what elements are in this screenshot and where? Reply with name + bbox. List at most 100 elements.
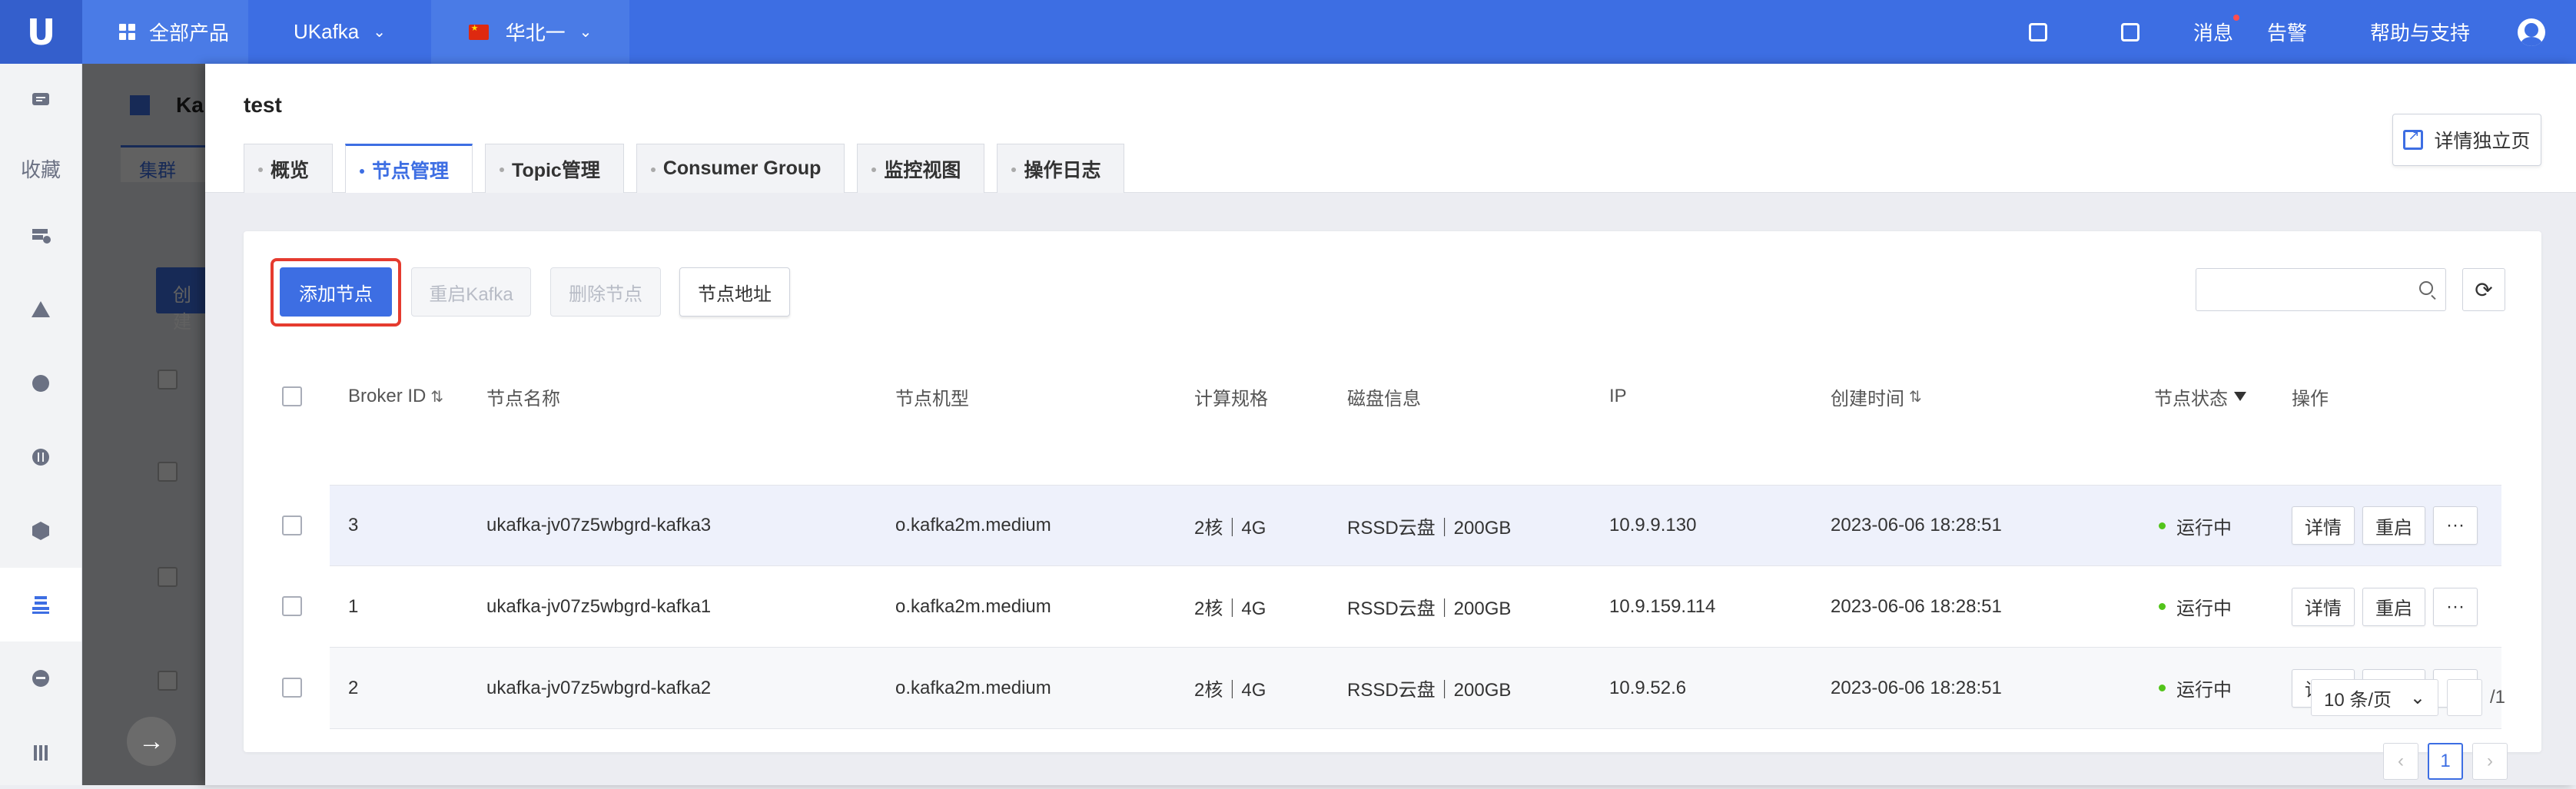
tab-overview[interactable]: 概览 <box>244 144 334 193</box>
cell-disk: RSSD云盘｜200GB <box>1347 680 1512 701</box>
header-created[interactable]: 创建时间 ⇅ <box>1831 366 1922 427</box>
tab-node-management[interactable]: 节点管理 <box>345 144 473 193</box>
cell-node-name: ukafka-jv07z5wbgrd-kafka1 <box>486 595 712 617</box>
restart-button[interactable]: 重启 <box>2362 587 2425 626</box>
status-dot <box>2159 522 2166 529</box>
arrow-right-icon[interactable]: → <box>127 717 176 766</box>
restart-button[interactable]: 重启 <box>2362 506 2425 545</box>
select-all-checkbox[interactable] <box>282 386 302 406</box>
product-selector[interactable]: UKafka ⌄ <box>248 0 431 64</box>
messages-link[interactable]: 消息 <box>2176 15 2250 46</box>
more-button[interactable]: ··· <box>2433 506 2478 545</box>
chevron-down-icon: ⌄ <box>373 24 387 41</box>
region-selector[interactable]: 华北一 ⌄ <box>431 0 629 64</box>
cell-status: 运行中 <box>2159 566 2232 647</box>
cell-spec: 2核｜4G <box>1194 517 1266 539</box>
detail-page-button[interactable]: 详情独立页 <box>2392 114 2541 166</box>
detail-drawer: test 概览 节点管理 Topic管理 Consumer Group 监控视图… <box>205 64 2576 785</box>
all-products-label: 全部产品 <box>149 22 230 45</box>
search-input[interactable] <box>2196 268 2446 311</box>
total-pages-label: /1 <box>2490 687 2506 708</box>
table-row: 2 ukafka-jv07z5wbgrd-kafka2 o.kafka2m.me… <box>282 648 2501 729</box>
alerts-link[interactable]: 告警 <box>2250 18 2324 46</box>
sidebar-item-console[interactable] <box>0 64 81 138</box>
delete-node-button[interactable]: 删除节点 <box>550 267 661 317</box>
table-header: Broker ID ⇅ 节点名称 节点机型 计算规格 磁盘信息 IP 创建时间 ⇅ … <box>244 366 2541 427</box>
table-row: 3 ukafka-jv07z5wbgrd-kafka3 o.kafka2m.me… <box>282 485 2501 566</box>
sidebar-item-cloud[interactable] <box>0 273 81 346</box>
china-flag-icon <box>468 23 489 40</box>
cell-broker-id: 1 <box>348 595 359 617</box>
restart-kafka-button[interactable]: 重启Kafka <box>411 267 531 317</box>
detail-page-label: 详情独立页 <box>2434 131 2531 152</box>
sidebar-item-monitor[interactable] <box>0 420 81 494</box>
row-checkbox[interactable] <box>282 678 302 698</box>
row-checkbox[interactable] <box>282 596 302 616</box>
status-dot <box>2159 685 2166 691</box>
sidebar-item-database[interactable] <box>0 199 81 273</box>
sort-icon: ⇅ <box>1909 388 1922 406</box>
sidebar-favorites[interactable]: 收藏 <box>0 138 81 199</box>
region-label: 华北一 <box>505 22 566 45</box>
terminal-icon <box>2120 22 2139 41</box>
brand-logo[interactable]: U <box>0 0 82 64</box>
detail-button[interactable]: 详情 <box>2292 506 2355 545</box>
sidebar-item-more[interactable] <box>0 715 81 789</box>
left-sidebar: 收藏 <box>0 64 82 785</box>
all-products-menu[interactable]: 全部产品 <box>82 0 248 64</box>
drawer-tabs: 概览 节点管理 Topic管理 Consumer Group 监控视图 操作日志 <box>244 144 1137 193</box>
drawer-header: test 概览 节点管理 Topic管理 Consumer Group 监控视图… <box>205 64 2576 193</box>
refresh-button[interactable]: ⟳ <box>2462 268 2505 311</box>
cell-spec: 2核｜4G <box>1194 680 1266 701</box>
sidebar-item-kafka[interactable] <box>0 568 81 641</box>
header-broker-id[interactable]: Broker ID ⇅ <box>348 366 443 427</box>
cell-status: 运行中 <box>2159 486 2232 565</box>
terminal-button[interactable] <box>2084 0 2176 64</box>
cell-node-type: o.kafka2m.medium <box>895 515 1051 535</box>
cell-broker-id: 3 <box>348 515 359 535</box>
messages-label: 消息 <box>2193 22 2233 45</box>
cell-status: 运行中 <box>2159 648 2232 728</box>
prev-page-button[interactable]: ‹ <box>2383 743 2418 780</box>
row-checkbox[interactable] <box>282 516 302 535</box>
cell-broker-id: 2 <box>348 677 359 698</box>
modal-overlay[interactable] <box>82 64 205 785</box>
sort-icon: ⇅ <box>430 388 444 406</box>
help-link[interactable]: 帮助与支持 <box>2324 18 2487 46</box>
sidebar-item-security[interactable] <box>0 494 81 568</box>
page-1-button[interactable]: 1 <box>2428 743 2463 780</box>
tab-topic-management[interactable]: Topic管理 <box>485 144 624 193</box>
tab-consumer-group[interactable]: Consumer Group <box>636 144 845 193</box>
cell-spec: 2核｜4G <box>1194 598 1266 619</box>
page-size-select[interactable]: 10 条/页 ⌄ <box>2311 679 2438 716</box>
console-icon <box>32 93 49 105</box>
header-status[interactable]: 节点状态 <box>2154 366 2246 427</box>
next-page-button[interactable]: › <box>2472 743 2508 780</box>
external-link-icon <box>2403 128 2424 150</box>
add-node-button[interactable]: 添加节点 <box>280 267 392 317</box>
header-disk: 磁盘信息 <box>1347 388 1421 409</box>
chevron-down-icon: ⌄ <box>2409 687 2425 708</box>
tab-operation-log[interactable]: 操作日志 <box>997 144 1125 193</box>
monitor-icon <box>32 449 49 466</box>
sidebar-item-storage[interactable] <box>0 641 81 715</box>
detail-button[interactable]: 详情 <box>2292 587 2355 626</box>
page-jump-input[interactable] <box>2447 679 2482 716</box>
node-address-button[interactable]: 节点地址 <box>679 267 790 317</box>
more-button[interactable]: ··· <box>2433 587 2478 626</box>
sidebar-item-network[interactable] <box>0 346 81 420</box>
cell-ip: 10.9.159.114 <box>1609 595 1716 617</box>
storage-icon <box>32 670 49 687</box>
grid-icon <box>119 24 135 40</box>
top-nav-bar: U 全部产品 UKafka ⌄ 华北一 ⌄ 消息 告警 帮助与支持 <box>0 0 2576 64</box>
search-button[interactable] <box>1992 0 2084 64</box>
cell-node-name: ukafka-jv07z5wbgrd-kafka3 <box>486 515 712 535</box>
header-node-type: 节点机型 <box>895 388 969 409</box>
tab-monitoring[interactable]: 监控视图 <box>857 144 985 193</box>
user-avatar[interactable] <box>2518 18 2545 46</box>
header-ip: IP <box>1609 386 1627 406</box>
network-icon <box>32 375 49 392</box>
help-label: 帮助与支持 <box>2369 22 2470 45</box>
status-dot <box>2159 603 2166 610</box>
table-row: 1 ukafka-jv07z5wbgrd-kafka1 o.kafka2m.me… <box>282 566 2501 648</box>
